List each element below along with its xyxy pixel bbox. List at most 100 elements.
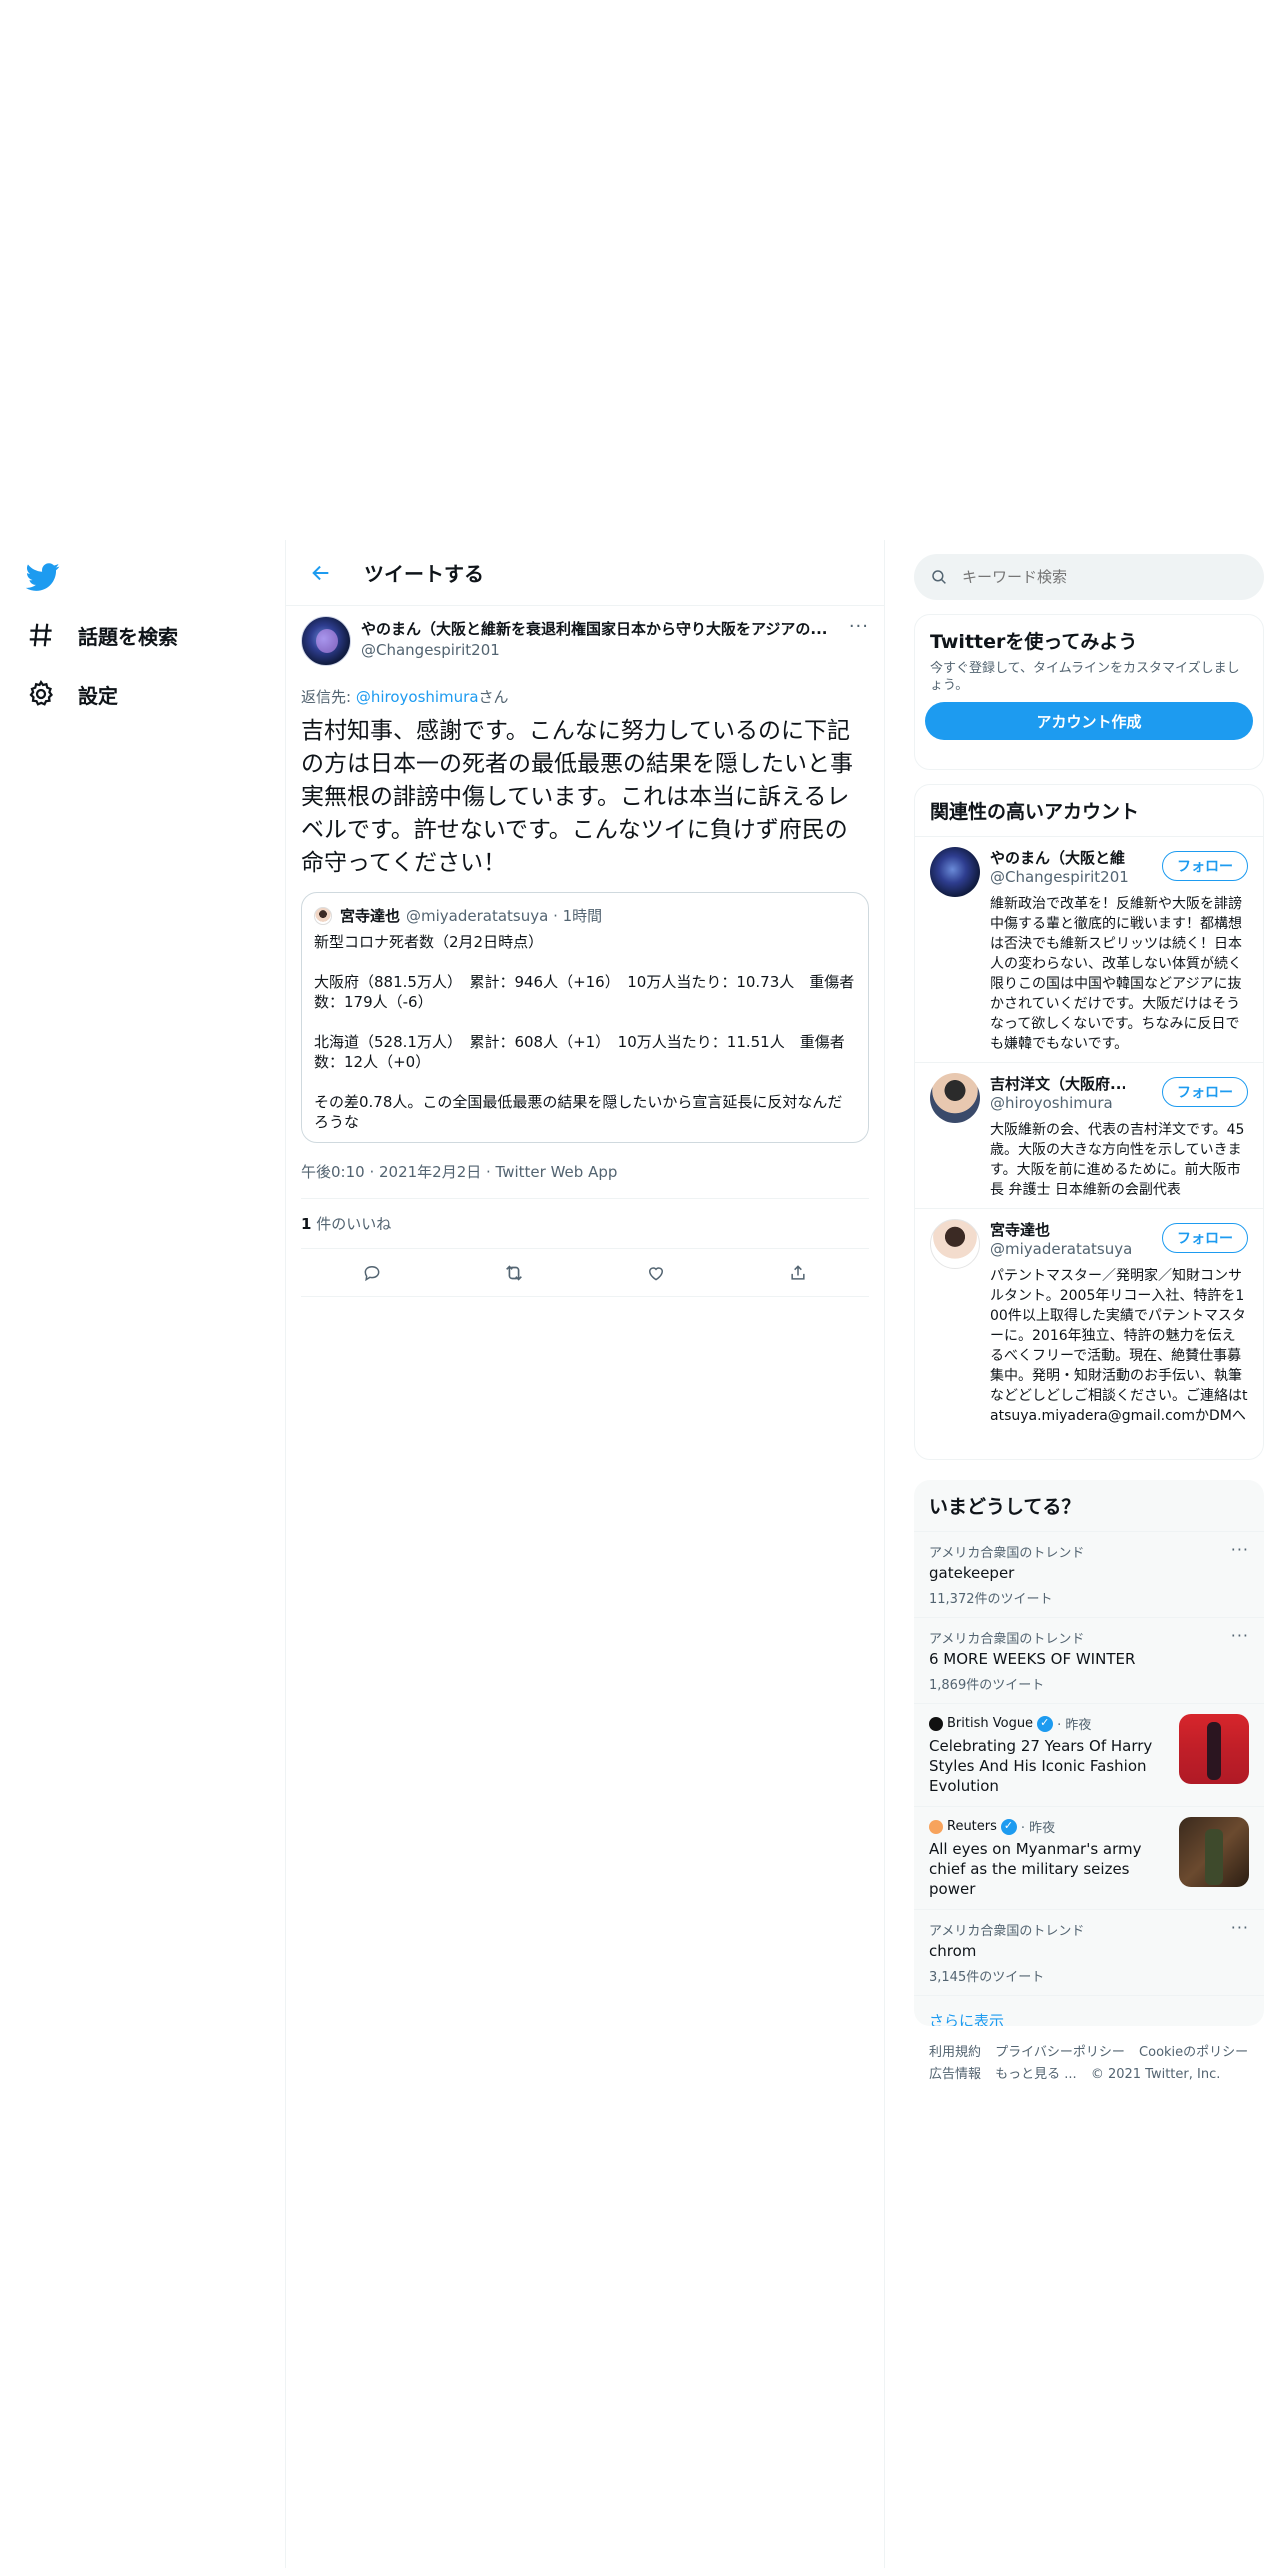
avatar[interactable] xyxy=(930,1219,980,1269)
trend-item[interactable]: アメリカ合衆国のトレンド 6 MORE WEEKS OF WINTER 1,86… xyxy=(914,1617,1264,1703)
show-more-link[interactable]: さらに表示 xyxy=(914,1995,1264,2026)
back-arrow-icon xyxy=(312,565,329,580)
gear-icon xyxy=(29,679,54,706)
author-handle[interactable]: @Changespirit201 xyxy=(361,641,831,659)
follow-button[interactable]: フォロー xyxy=(1162,851,1248,881)
trend-context: アメリカ合衆国のトレンド xyxy=(929,1632,1085,1647)
search-icon xyxy=(932,570,946,584)
likes-count: 1 xyxy=(301,1215,312,1233)
follow-button[interactable]: フォロー xyxy=(1162,1223,1248,1253)
right-sidebar: Twitterを使ってみよう 今すぐ登録して、タイムラインをカスタマイズしましょ… xyxy=(914,554,1264,2082)
more-options-icon[interactable]: ··· xyxy=(1231,1626,1249,1645)
author-name[interactable]: やのまん（大阪と維新を衰退利権国家日本から守り大阪をアジアの... xyxy=(361,618,831,639)
signup-card: Twitterを使ってみよう 今すぐ登録して、タイムラインをカスタマイズしましょ… xyxy=(914,614,1264,770)
tweet: やのまん（大阪と維新を衰退利権国家日本から守り大阪をアジアの... @Chang… xyxy=(286,606,884,1297)
trend-count: 1,869件のツイート xyxy=(929,1678,1045,1693)
follow-button[interactable]: フォロー xyxy=(1162,1077,1248,1107)
account-bio: 維新政治で改革を！反維新や大阪を誹謗中傷する輩と徹底的に戦います！都構想は否決で… xyxy=(990,896,1242,1052)
reuters-logo-icon xyxy=(929,1819,943,1834)
share-icon xyxy=(791,1264,805,1280)
author-avatar[interactable] xyxy=(301,616,351,666)
signup-desc: 今すぐ登録して、タイムラインをカスタマイズしましょう。 xyxy=(930,661,1240,693)
trends-title: いまどうしてる？ xyxy=(929,1496,1081,1518)
reply-to: 返信先: @hiroyoshimuraさん xyxy=(301,686,869,707)
main-column: ツイートする やのまん（大阪と維新を衰退利権国家日本から守り大阪をアジアの...… xyxy=(285,540,885,2568)
footer-link-terms[interactable]: 利用規約 xyxy=(929,2045,981,2060)
hashtag-icon xyxy=(29,623,52,647)
news-headline: All eyes on Myanmar's army chief as the … xyxy=(929,1840,1142,1898)
news-source: British Vogue xyxy=(947,1716,1034,1731)
trend-topic: gatekeeper xyxy=(929,1564,1015,1582)
more-options-icon[interactable]: ··· xyxy=(1231,1918,1249,1937)
news-source: Reuters xyxy=(947,1819,997,1834)
heart-icon xyxy=(648,1266,664,1281)
tweet-actions xyxy=(301,1249,869,1297)
search-input[interactable] xyxy=(962,568,1222,586)
avatar[interactable] xyxy=(930,1073,980,1123)
account-name: 吉村洋文（大阪府... xyxy=(990,1075,1125,1093)
verified-badge-icon xyxy=(1000,1818,1017,1835)
trend-item[interactable]: アメリカ合衆国のトレンド chrom 3,145件のツイート ··· xyxy=(914,1909,1264,1995)
footer-link-more[interactable]: もっと見る ... xyxy=(995,2067,1077,2082)
tweet-text: 吉村知事、感謝です。こんなに努力しているのに下記の方は日本一の死者の最低最悪の結… xyxy=(301,718,853,876)
trends-card: いまどうしてる？ アメリカ合衆国のトレンド gatekeeper 11,372件… xyxy=(914,1480,1264,2026)
news-source-row: British Vogue · 昨夜 xyxy=(929,1714,1159,1733)
create-account-button[interactable]: アカウント作成 xyxy=(925,702,1253,740)
related-title: 関連性の高いアカウント xyxy=(930,801,1140,823)
verified-badge-icon xyxy=(1037,1715,1054,1732)
account-bio: 大阪維新の会、代表の吉村洋文です。45歳。大阪の大きな方向性を示していきます。大… xyxy=(990,1122,1245,1198)
reply-prefix: 返信先: xyxy=(301,688,356,706)
news-thumbnail xyxy=(1179,1714,1249,1784)
news-source-row: Reuters · 昨夜 xyxy=(929,1817,1159,1836)
trend-count: 11,372件のツイート xyxy=(929,1592,1053,1607)
more-options-icon[interactable]: ··· xyxy=(849,616,869,637)
share-button[interactable] xyxy=(783,1258,813,1288)
more-options-icon[interactable]: ··· xyxy=(1231,1540,1249,1559)
quote-avatar xyxy=(314,906,332,925)
retweet-button[interactable] xyxy=(499,1258,529,1288)
quote-text: 新型コロナ死者数（2月2日時点） 大阪府（881.5万人） 累計：946人（+1… xyxy=(314,933,855,1131)
page-title: ツイートする xyxy=(364,562,484,586)
column-header: ツイートする xyxy=(286,540,884,606)
nav-settings-label: 設定 xyxy=(78,683,118,708)
vogue-logo-icon xyxy=(929,1716,943,1731)
reply-button[interactable] xyxy=(357,1258,387,1288)
footer-link-ads[interactable]: 広告情報 xyxy=(929,2067,981,2082)
like-button[interactable] xyxy=(641,1258,671,1288)
reply-icon xyxy=(364,1265,380,1281)
tweet-timestamp[interactable]: 午後0:10 · 2021年2月2日 · Twitter Web App xyxy=(301,1161,869,1199)
news-headline: Celebrating 27 Years Of Harry Styles And… xyxy=(929,1737,1153,1795)
reply-user-link[interactable]: @hiroyoshimura xyxy=(356,688,479,706)
nav-explore-label: 話題を検索 xyxy=(78,624,178,649)
account-item[interactable]: 宮寺達也 @miyaderatatsuya パテントマスター／発明家／知財コンサ… xyxy=(915,1208,1263,1434)
footer-link-cookies[interactable]: Cookieのポリシー xyxy=(1139,2045,1248,2060)
quote-author-handle: @miyaderatatsuya · 1時間 xyxy=(406,907,603,925)
account-name[interactable]: 宮寺達也 xyxy=(990,1219,1125,1240)
account-name[interactable]: やのまん（大阪と維... xyxy=(990,847,1125,868)
account-item[interactable]: やのまん（大阪と維... @Changespirit201 維新政治で改革を！反… xyxy=(915,836,1263,1062)
trend-topic: 6 MORE WEEKS OF WINTER xyxy=(929,1650,1136,1668)
likes-link[interactable]: 1 件のいいね xyxy=(301,1199,869,1249)
trend-context: アメリカ合衆国のトレンド xyxy=(929,1924,1085,1939)
news-item[interactable]: Reuters · 昨夜 All eyes on Myanmar's army … xyxy=(914,1806,1264,1909)
avatar[interactable] xyxy=(930,847,980,897)
footer-link-privacy[interactable]: プライバシーポリシー xyxy=(995,2045,1125,2060)
account-bio: パテントマスター／発明家／知財コンサルタント。2005年リコー入社、特許を100… xyxy=(990,1268,1248,1424)
search-box[interactable] xyxy=(914,554,1264,600)
related-accounts-card: 関連性の高いアカウント やのまん（大阪と維... @Changespirit20… xyxy=(914,784,1264,1460)
quote-author-name: 宮寺達也 xyxy=(340,907,401,925)
nav-explore[interactable]: 話題を検索 xyxy=(26,615,178,655)
news-thumbnail xyxy=(1179,1817,1249,1887)
trend-topic: chrom xyxy=(929,1942,977,1960)
quoted-tweet[interactable]: 宮寺達也 @miyaderatatsuya · 1時間 新型コロナ死者数（2月2… xyxy=(301,892,869,1143)
account-name-row[interactable]: 吉村洋文（大阪府... xyxy=(990,1073,1125,1094)
retweet-icon xyxy=(506,1264,522,1281)
footer-copyright: © 2021 Twitter, Inc. xyxy=(1090,2067,1221,2082)
back-button[interactable] xyxy=(306,558,336,588)
trend-item[interactable]: アメリカ合衆国のトレンド gatekeeper 11,372件のツイート ··· xyxy=(914,1531,1264,1617)
trend-context: アメリカ合衆国のトレンド xyxy=(929,1546,1085,1561)
news-item[interactable]: British Vogue · 昨夜 Celebrating 27 Years … xyxy=(914,1703,1264,1806)
nav-settings[interactable]: 設定 xyxy=(26,674,118,714)
account-item[interactable]: 吉村洋文（大阪府... @hiroyoshimura 大阪維新の会、代表の吉村洋… xyxy=(915,1062,1263,1208)
twitter-logo-icon[interactable] xyxy=(25,560,62,596)
